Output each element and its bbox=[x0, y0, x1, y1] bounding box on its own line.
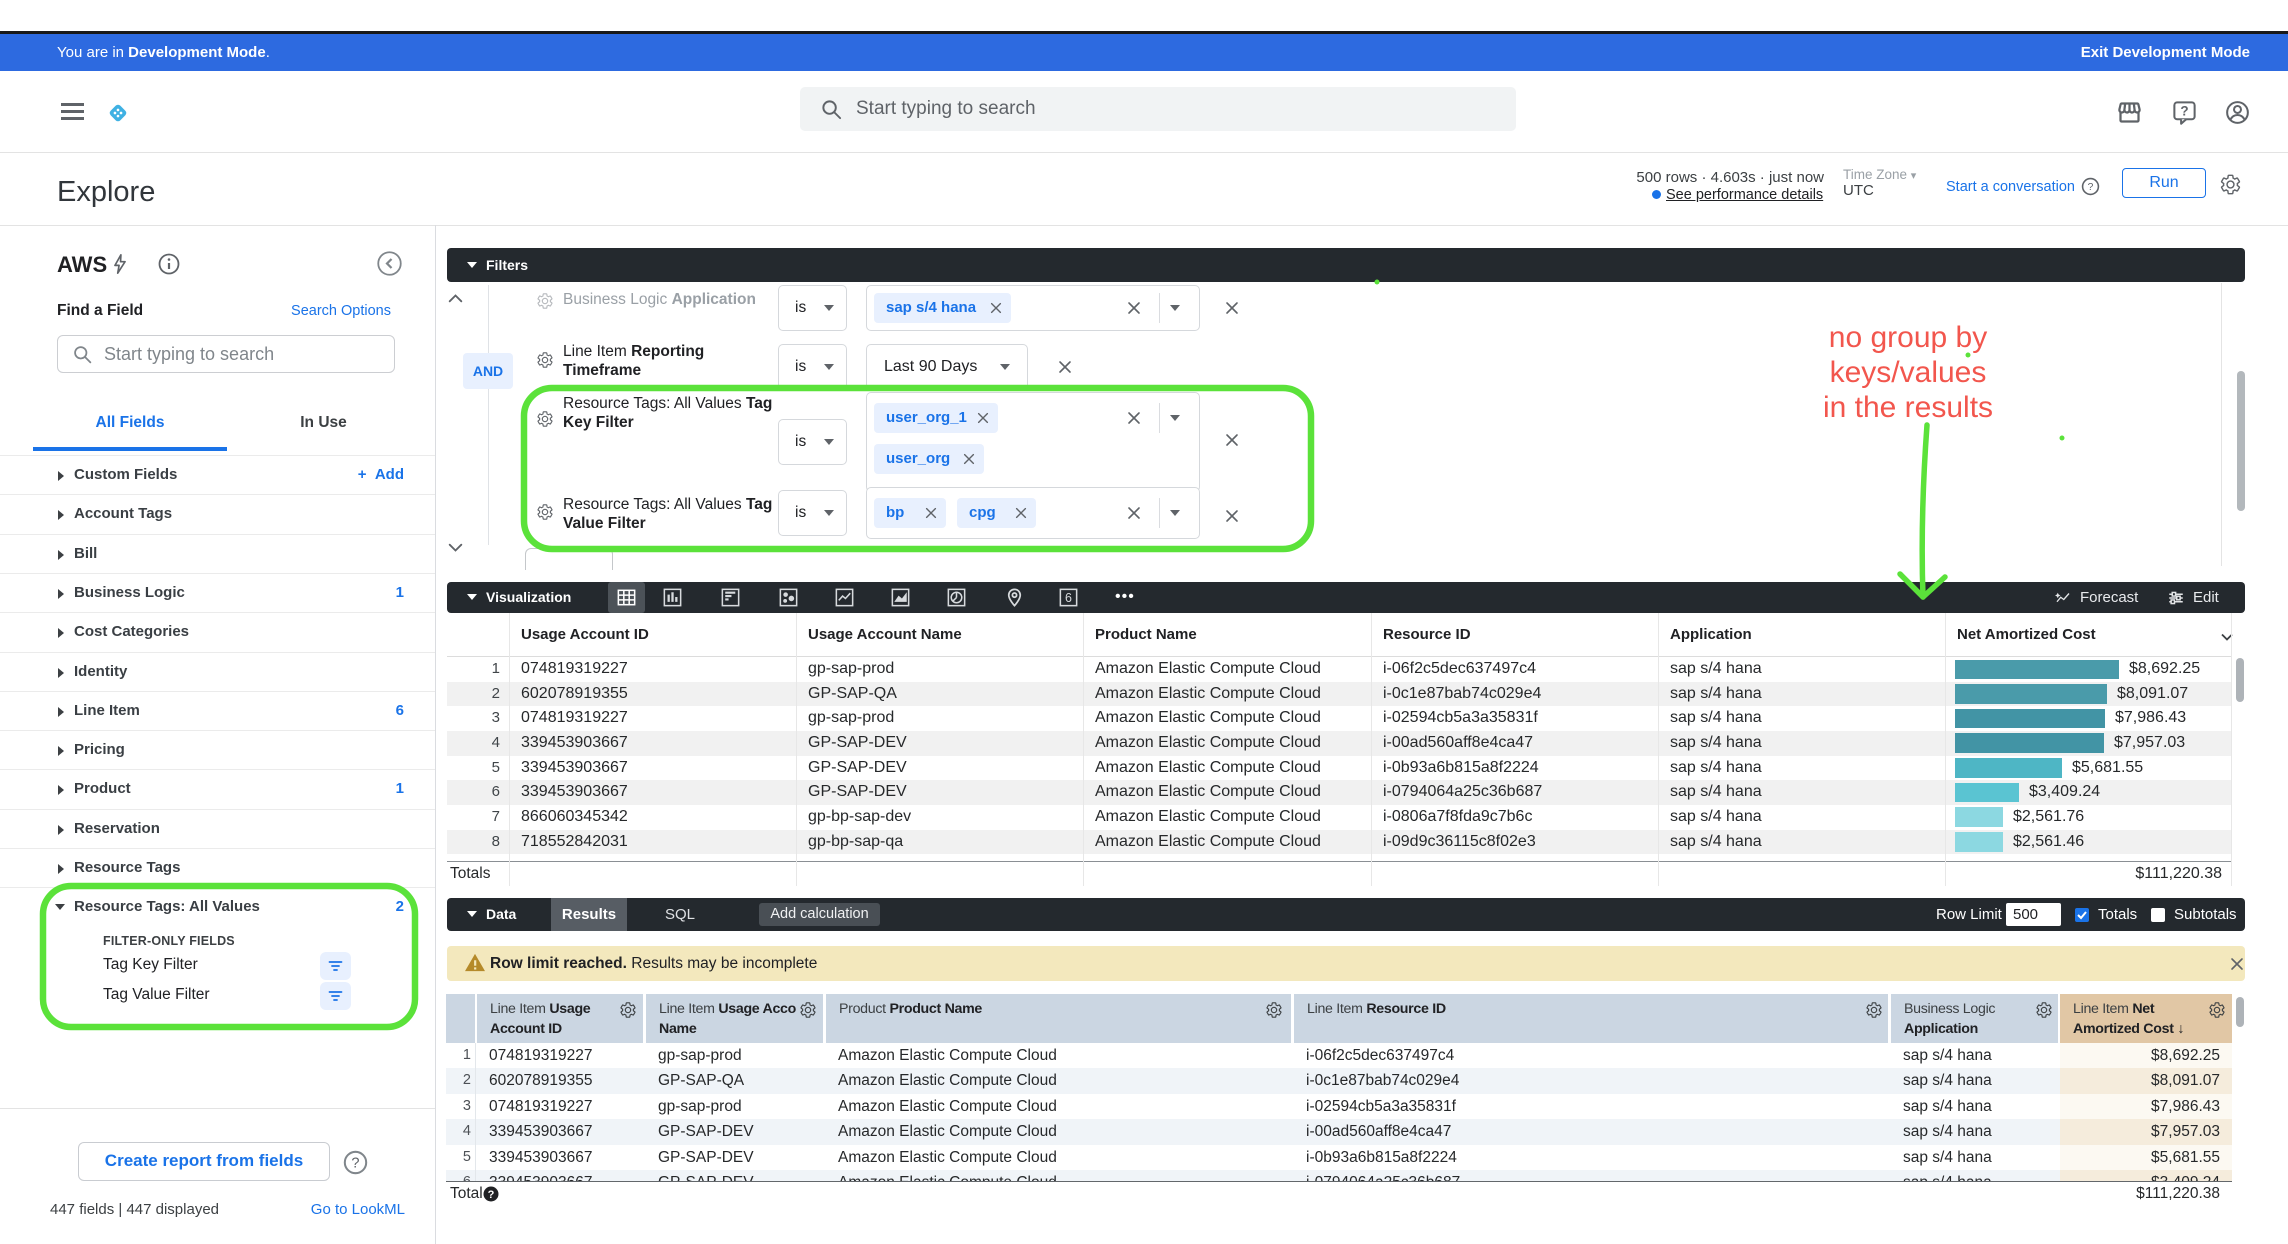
svg-text:keys/values: keys/values bbox=[1830, 356, 1987, 389]
svg-text:in the results: in the results bbox=[1823, 391, 1993, 424]
svg-text:no group by: no group by bbox=[1829, 321, 1987, 354]
